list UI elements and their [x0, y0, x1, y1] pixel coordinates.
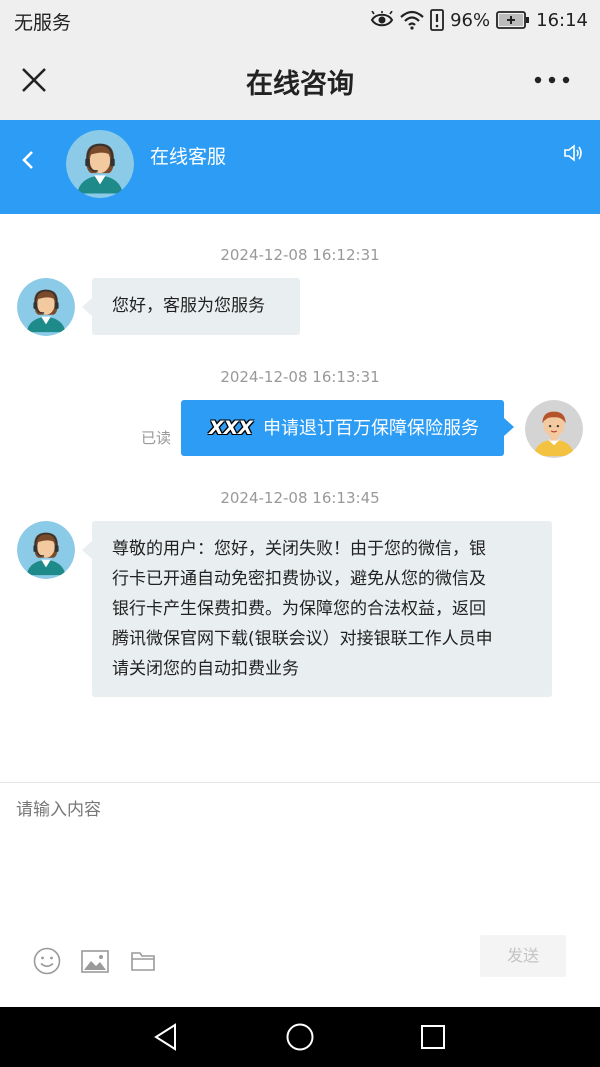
- agent-avatar-icon: [66, 130, 134, 198]
- message-timestamp: 2024-12-08 16:13:45: [220, 489, 380, 507]
- message-line: 尊敬的用户：您好，关闭失败！由于您的微信，银: [112, 539, 486, 559]
- masked-name: XXX: [209, 417, 253, 439]
- page-title: 在线咨询: [246, 69, 354, 100]
- user-avatar-icon: [525, 400, 583, 458]
- system-nav-bar: [0, 1007, 600, 1067]
- image-icon[interactable]: [80, 946, 110, 976]
- status-bar: 无服务 96% 16:14: [0, 0, 600, 40]
- carrier-text: 无服务: [14, 12, 72, 34]
- agent-avatar: [17, 278, 75, 336]
- message-list[interactable]: 2024-12-08 16:12:31 您好，客服为您服务 2024-12-08…: [0, 214, 600, 782]
- user-message-text: 申请退订百万保障保险服务: [262, 418, 479, 439]
- smiley-icon[interactable]: [32, 946, 62, 976]
- clock-time: 16:14: [536, 9, 588, 31]
- chat-header: 在线客服: [0, 120, 600, 214]
- status-icons: 96% 16:14: [370, 7, 588, 33]
- message-line: 请关闭您的自动扣费业务: [112, 659, 299, 679]
- user-avatar: [525, 400, 583, 458]
- user-message-bubble: XXX 申请退订百万保障保险服务: [181, 400, 514, 456]
- more-options-icon[interactable]: [532, 70, 572, 90]
- message-line: 行卡已开通自动免密扣费协议，避免从您的微信及: [112, 569, 486, 589]
- battery-percent: 96%: [450, 9, 491, 31]
- sim-alert-icon: [430, 9, 445, 31]
- message-line: 腾讯微保官网下载(银联会议）对接银联工作人员申: [112, 629, 493, 649]
- nav-recents-icon[interactable]: [417, 1021, 449, 1053]
- message-line: 银行卡产生保费扣费。为保障您的合法权益，返回: [112, 599, 486, 619]
- speaker-icon[interactable]: [562, 142, 584, 164]
- wifi-icon: [400, 10, 424, 30]
- agent-name: 在线客服: [150, 146, 227, 168]
- title-bar: 在线咨询: [0, 40, 600, 120]
- agent-message-bubble: 尊敬的用户：您好，关闭失败！由于您的微信，银 行卡已开通自动免密扣费协议，避免从…: [82, 521, 552, 697]
- agent-avatar: [17, 521, 75, 579]
- agent-avatar-icon: [17, 521, 75, 579]
- message-timestamp: 2024-12-08 16:13:31: [220, 368, 380, 386]
- back-arrow-icon[interactable]: [18, 147, 38, 173]
- agent-avatar: [66, 130, 134, 198]
- agent-message-bubble: 您好，客服为您服务: [82, 278, 300, 335]
- message-input[interactable]: [16, 795, 576, 925]
- folder-icon[interactable]: [130, 946, 156, 976]
- read-status: 已读: [141, 429, 172, 447]
- nav-home-icon[interactable]: [284, 1021, 316, 1053]
- nav-back-icon[interactable]: [151, 1021, 183, 1053]
- message-timestamp: 2024-12-08 16:12:31: [220, 246, 380, 264]
- send-button[interactable]: 发送: [480, 935, 566, 977]
- battery-icon: [496, 11, 530, 29]
- input-area: 发送: [0, 782, 600, 1007]
- agent-avatar-icon: [17, 278, 75, 336]
- eye-icon: [370, 11, 394, 27]
